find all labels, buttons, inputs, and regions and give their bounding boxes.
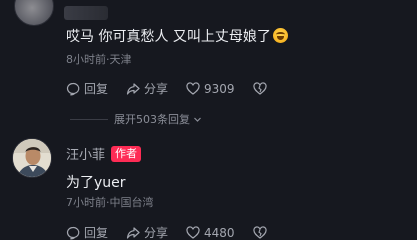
- commenter-avatar[interactable]: [14, 0, 54, 26]
- comments-panel: 哎马 你可真愁人 又叫上丈母娘了 8小时前·天津 回复 分享 9309 展开50…: [0, 0, 417, 240]
- heart-icon: [186, 225, 200, 239]
- share-button[interactable]: 分享: [126, 80, 168, 97]
- like-button[interactable]: 4480: [186, 226, 235, 240]
- reply-button[interactable]: 回复: [66, 80, 108, 97]
- heart-icon: [186, 81, 200, 95]
- reply-icon: [66, 82, 80, 95]
- chevron-down-icon: [194, 117, 201, 122]
- comment-actions: 回复 分享 9309: [66, 80, 289, 97]
- comment-meta: 7小时前·中国台湾: [66, 196, 154, 209]
- author-name-row: 汪小菲 作者: [66, 144, 142, 163]
- divider: [70, 118, 108, 120]
- commenter-name-blurred: [64, 6, 108, 20]
- author-name[interactable]: 汪小菲: [66, 144, 105, 163]
- broken-heart-icon: [252, 225, 267, 239]
- expand-replies-button[interactable]: 展开503条回复: [70, 111, 407, 127]
- reply-icon: [66, 226, 80, 239]
- dislike-button[interactable]: [252, 81, 271, 96]
- share-icon: [126, 226, 140, 239]
- rolling-laughing-emoji-icon: [272, 28, 288, 43]
- comment-meta: 8小时前·天津: [66, 53, 132, 66]
- share-button[interactable]: 分享: [126, 224, 168, 240]
- author-avatar[interactable]: [12, 138, 52, 178]
- comment-text: 哎马 你可真愁人 又叫上丈母娘了: [66, 26, 288, 46]
- broken-heart-icon: [252, 81, 267, 95]
- comment-text: 为了yuer: [66, 175, 126, 191]
- share-icon: [126, 82, 140, 95]
- author-avatar-image: [13, 139, 51, 177]
- like-button[interactable]: 9309: [186, 82, 235, 96]
- author-badge: 作者: [111, 145, 142, 162]
- reply-button[interactable]: 回复: [66, 224, 108, 240]
- dislike-button[interactable]: [252, 225, 271, 240]
- comment-actions: 回复 分享 4480: [66, 224, 289, 240]
